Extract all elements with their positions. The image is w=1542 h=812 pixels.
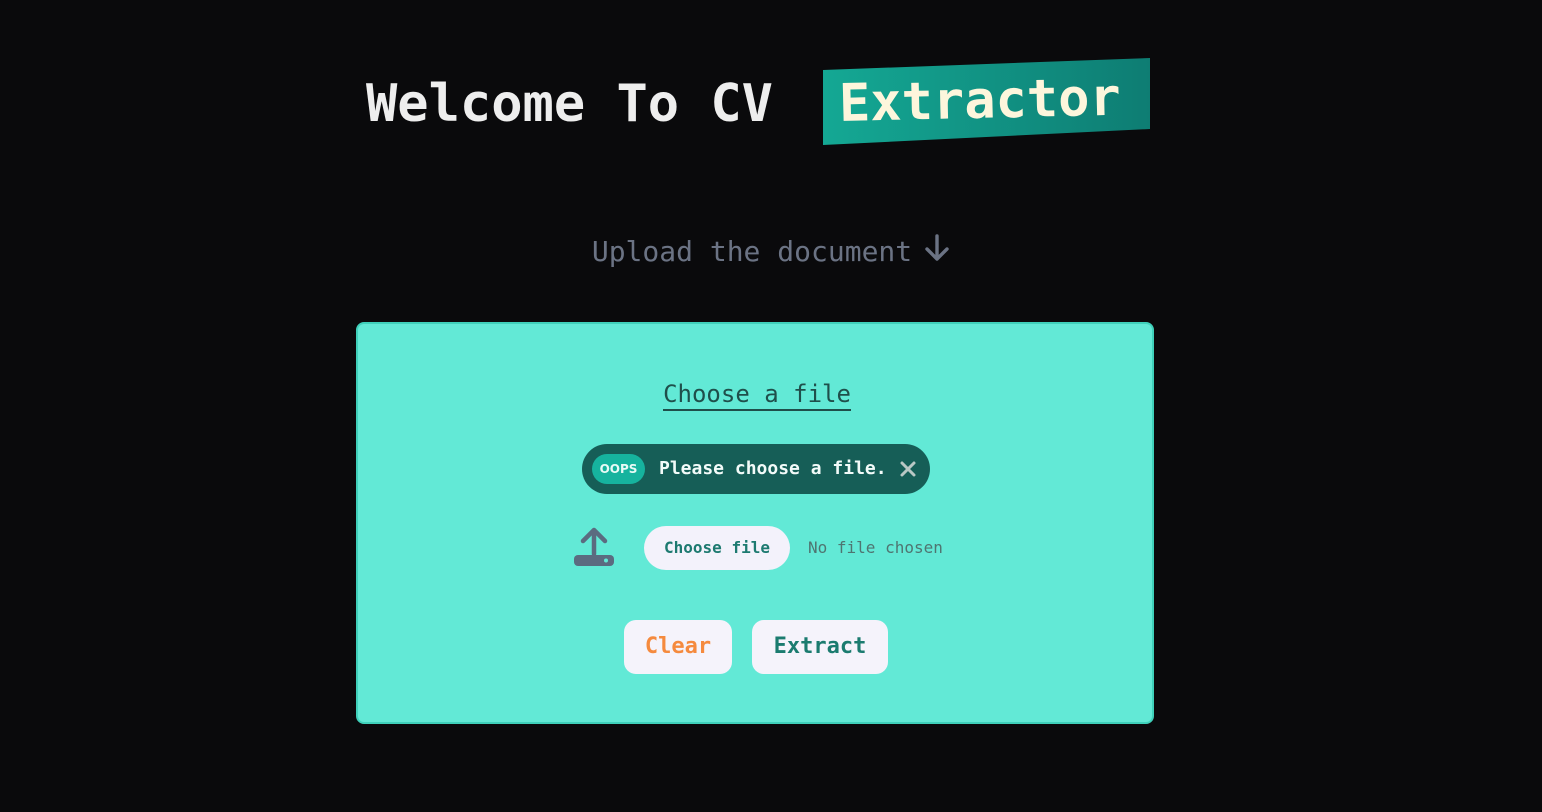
- title-prefix: Welcome To CV: [366, 74, 773, 134]
- upload-icon: [572, 526, 616, 568]
- close-icon[interactable]: [898, 459, 918, 479]
- upload-prompt: Upload the document: [0, 232, 1542, 274]
- error-alert: OOPS Please choose a file.: [582, 444, 930, 494]
- page-title: Welcome To CV Extractor: [0, 54, 1542, 154]
- upload-card: Choose a file OOPS Please choose a file.…: [356, 322, 1154, 724]
- file-status: No file chosen: [808, 538, 943, 557]
- alert-message: Please choose a file.: [659, 458, 887, 479]
- arrow-down-icon: [924, 233, 950, 274]
- choose-file-label-text[interactable]: Choose a file: [663, 380, 851, 411]
- choose-file-label[interactable]: Choose a file: [358, 378, 1156, 411]
- clear-button[interactable]: Clear: [624, 620, 732, 674]
- title-highlight: Extractor: [823, 58, 1150, 145]
- upload-prompt-text: Upload the document: [591, 235, 913, 268]
- choose-file-button[interactable]: Choose file: [644, 526, 790, 570]
- title-highlight-text: Extractor: [838, 67, 1122, 134]
- extract-button[interactable]: Extract: [752, 620, 888, 674]
- alert-badge: OOPS: [592, 454, 645, 484]
